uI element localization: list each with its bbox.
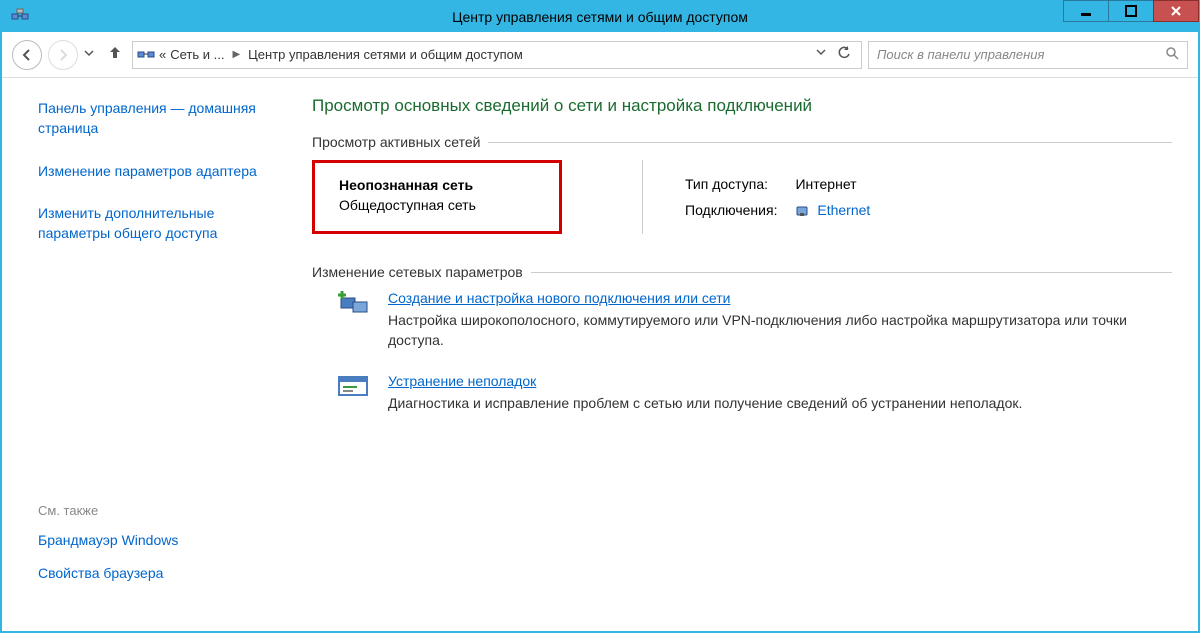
- task-new-connection: Создание и настройка нового подключения …: [312, 290, 1172, 351]
- history-dropdown[interactable]: [84, 49, 98, 60]
- toolbar: « Сеть и ... ▶ Центр управления сетями и…: [2, 32, 1198, 78]
- window-title: Центр управления сетями и общим доступом: [2, 9, 1198, 25]
- network-details: Тип доступа: Интернет Подключения: Ether…: [642, 160, 888, 234]
- active-networks-label: Просмотр активных сетей: [312, 134, 1172, 150]
- address-bar[interactable]: « Сеть и ... ▶ Центр управления сетями и…: [132, 41, 862, 69]
- active-network-row: Неопознанная сеть Общедоступная сеть Тип…: [312, 160, 1172, 234]
- breadcrumb-separator-icon: ▶: [228, 49, 244, 60]
- new-connection-icon: [336, 290, 372, 326]
- breadcrumb-item[interactable]: Центр управления сетями и общим доступом: [248, 47, 523, 62]
- search-icon: [1165, 46, 1179, 63]
- main-panel: Просмотр основных сведений о сети и наст…: [302, 78, 1198, 631]
- content: Панель управления — домашняя страница Из…: [2, 78, 1198, 631]
- window: Центр управления сетями и общим доступом: [0, 0, 1200, 633]
- network-name: Неопознанная сеть: [339, 177, 529, 193]
- troubleshoot-icon: [336, 373, 372, 409]
- ethernet-link[interactable]: Ethernet: [817, 202, 870, 218]
- adapter-settings-link[interactable]: Изменение параметров адаптера: [38, 163, 257, 179]
- page-heading: Просмотр основных сведений о сети и наст…: [312, 96, 1172, 116]
- browser-properties-link[interactable]: Свойства браузера: [38, 563, 286, 583]
- control-panel-home-link[interactable]: Панель управления — домашняя страница: [38, 100, 256, 136]
- search-input[interactable]: Поиск в панели управления: [868, 41, 1188, 69]
- access-type-label: Тип доступа:: [685, 172, 793, 196]
- forward-button[interactable]: [48, 40, 78, 70]
- back-button[interactable]: [12, 40, 42, 70]
- sidebar: Панель управления — домашняя страница Из…: [2, 78, 302, 631]
- change-settings-label: Изменение сетевых параметров: [312, 264, 1172, 280]
- breadcrumb-item[interactable]: Сеть и ...: [170, 47, 224, 62]
- task-troubleshoot: Устранение неполадок Диагностика и испра…: [312, 373, 1172, 413]
- access-type-value: Интернет: [795, 172, 886, 196]
- see-also-heading: См. также: [38, 503, 286, 518]
- chevron-down-icon[interactable]: [815, 46, 827, 63]
- minimize-button[interactable]: [1063, 0, 1109, 22]
- close-button[interactable]: [1153, 0, 1199, 22]
- network-identity-box: Неопознанная сеть Общедоступная сеть: [312, 160, 562, 234]
- firewall-link[interactable]: Брандмауэр Windows: [38, 530, 286, 550]
- new-connection-desc: Настройка широкополосного, коммутируемог…: [388, 310, 1172, 351]
- network-type: Общедоступная сеть: [339, 197, 529, 213]
- up-button[interactable]: [104, 44, 126, 65]
- refresh-icon[interactable]: [837, 46, 851, 63]
- troubleshoot-link[interactable]: Устранение неполадок: [388, 373, 536, 389]
- address-icon: [137, 46, 155, 64]
- search-placeholder: Поиск в панели управления: [877, 47, 1044, 62]
- app-icon: [10, 7, 30, 27]
- ethernet-icon: [795, 204, 809, 218]
- new-connection-link[interactable]: Создание и настройка нового подключения …: [388, 290, 730, 306]
- sharing-settings-link[interactable]: Изменить дополнительные параметры общего…: [38, 205, 217, 241]
- titlebar: Центр управления сетями и общим доступом: [2, 2, 1198, 32]
- maximize-button[interactable]: [1108, 0, 1154, 22]
- connections-label: Подключения:: [685, 198, 793, 222]
- troubleshoot-desc: Диагностика и исправление проблем с сеть…: [388, 393, 1022, 413]
- breadcrumb-caret-left: «: [159, 47, 166, 62]
